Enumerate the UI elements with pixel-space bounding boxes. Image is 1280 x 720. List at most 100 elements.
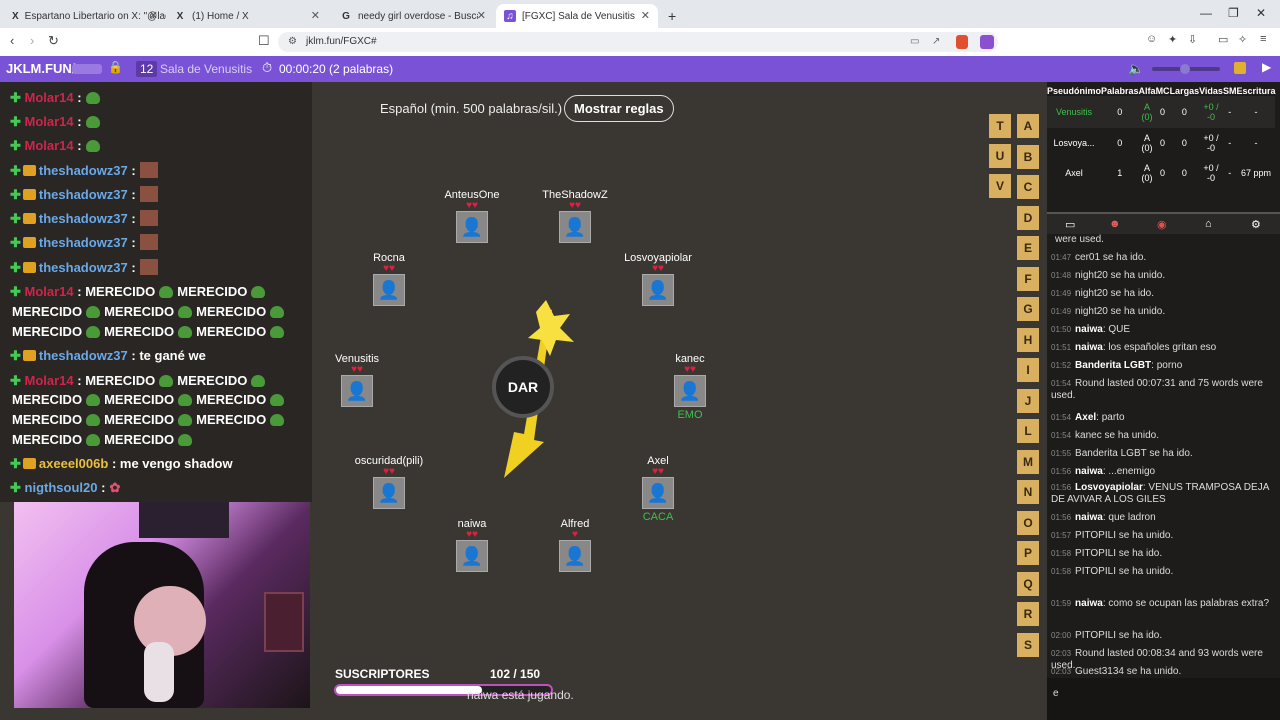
players-tab-icon[interactable]: ☻ [1109, 218, 1121, 230]
cell: Losvoya... [1053, 138, 1095, 148]
site-info-icon[interactable]: ⚙ [288, 32, 297, 52]
heart-icon: ♥♥ [351, 364, 363, 375]
close-window-icon[interactable]: ✕ [1256, 6, 1266, 20]
webcam-overlay [14, 502, 310, 708]
tab-sala-venusitis[interactable]: ♫ [FGXC] Sala de Venusitis ✕ [496, 4, 658, 28]
chat-line: ✚ theshadowz37 : [10, 258, 158, 278]
forward-icon[interactable]: › [30, 33, 34, 48]
log-line: 01:56 naiwa: que ladron [1051, 512, 1275, 524]
crown-badge-icon [22, 458, 36, 469]
col-header: SM [1222, 86, 1237, 96]
cell: 0 [1181, 168, 1187, 178]
player-slot: kanec ♥♥ 👤 EMO [650, 353, 730, 421]
cell: A (0) [1141, 133, 1153, 153]
cell: 67 ppm [1240, 168, 1271, 178]
cell: 1 [1117, 168, 1123, 178]
log-line: 01:49 night20 se ha unido. [1051, 306, 1275, 318]
heart-icon: ♥♥ [466, 529, 478, 540]
crown-icon[interactable] [1234, 62, 1246, 74]
log-text: kanec se ha unido. [1075, 430, 1159, 441]
sidebar-icon[interactable]: ▭ [1218, 33, 1228, 46]
address-bar[interactable]: ⚙ jklm.fun/FGXC# ▭ ↗ [278, 32, 998, 52]
collapse-icon[interactable]: ▶ [1262, 60, 1271, 74]
cast-icon[interactable]: ▭ [910, 32, 919, 52]
extension-icon[interactable]: ☺ [1146, 33, 1157, 45]
cell: Venusitis [1055, 107, 1093, 117]
volume-slider-thumb[interactable] [1180, 64, 1190, 74]
log-time: 02:00 [1051, 631, 1072, 640]
cell: A (0) [1141, 102, 1153, 122]
close-tab-icon[interactable]: ✕ [311, 9, 320, 22]
crown-badge-icon [22, 189, 36, 200]
microphone [144, 642, 174, 702]
log-line: 01:58 PITOPILI se ha ido. [1051, 548, 1275, 560]
close-tab-icon[interactable]: ✕ [477, 9, 486, 22]
chat-line-cont: MERECIDO MERECIDO MERECIDO [12, 302, 288, 322]
x-icon: X [12, 10, 19, 22]
crown-badge-icon [22, 262, 36, 273]
minimize-icon[interactable]: — [1200, 6, 1212, 20]
tab-espartano[interactable]: X Espartano Libertario on X: "@ladere...… [4, 4, 166, 28]
close-tab-icon[interactable]: ✕ [149, 9, 158, 22]
log-time: 01:59 [1051, 599, 1072, 608]
log-text: Banderita LGBT se ha ido. [1075, 448, 1193, 459]
brave-shield-icon[interactable] [956, 35, 968, 49]
chat-text: : [77, 114, 82, 129]
chat-text: : me vengo shadow [111, 456, 233, 471]
chat-input[interactable]: e [1047, 678, 1280, 720]
avatar: 👤 [559, 211, 591, 243]
ai-icon[interactable]: ✧ [1238, 33, 1247, 46]
cell: 0 [1160, 168, 1166, 178]
log-text: Guest3134 se ha unido. [1075, 666, 1182, 677]
log-time: 01:51 [1051, 343, 1072, 352]
room-tab-icon[interactable]: ⌂ [1205, 218, 1212, 230]
chat-input-value: e [1053, 688, 1059, 699]
crown-badge-icon [22, 165, 36, 176]
side-panel: Pseudónimo Palabras Alfa MC Largas Vidas… [1047, 82, 1280, 720]
close-tab-icon[interactable]: ✕ [641, 9, 650, 22]
log-time: 01:55 [1051, 449, 1072, 458]
log-line: 01:54 kanec se ha unido. [1051, 430, 1275, 442]
heart-icon: ♥♥ [383, 263, 395, 274]
back-icon[interactable]: ‹ [10, 33, 14, 48]
pepe-emote-icon [159, 375, 174, 387]
show-rules-button[interactable]: Mostrar reglas [564, 95, 674, 122]
chat-line: ✚ Molar14 : [10, 88, 104, 108]
tab-title: Espartano Libertario on X: "@ladere... [24, 10, 166, 22]
chat-username: theshadowz37 [38, 260, 128, 275]
chat-line: ✚ theshadowz37 : [10, 233, 158, 253]
settings-tab-icon[interactable]: ⚙ [1251, 218, 1261, 231]
bonus-letter: M [1017, 449, 1039, 474]
restore-icon[interactable]: ❐ [1228, 6, 1239, 20]
tab-google-search[interactable]: G needy girl overdose - Buscar con Goo..… [332, 4, 494, 28]
chat-username: Molar14 [24, 90, 74, 105]
cell: 0 [1117, 107, 1123, 117]
badge-icon: ✚ [10, 373, 25, 388]
tab-title: (1) Home / X [192, 10, 249, 22]
chat-tab-icon[interactable]: ▭ [1065, 218, 1075, 231]
cell: - [1254, 138, 1258, 148]
log-time: 01:49 [1051, 307, 1072, 316]
rewards-icon[interactable] [980, 35, 994, 49]
game-tab-icon[interactable]: ◉ [1157, 218, 1167, 231]
share-icon[interactable]: ↗ [932, 32, 940, 52]
player-slot: Venusitis ♥♥ 👤 [317, 353, 397, 407]
chat-line: ✚ theshadowz37 : [10, 209, 158, 229]
download-icon[interactable]: ⇩ [1188, 33, 1197, 46]
col-header: Pseudónimo [1047, 86, 1102, 96]
volume-icon[interactable]: 🔈 [1128, 61, 1144, 77]
bookmark-icon[interactable]: ☐ [258, 33, 270, 49]
log-text: : porno [1151, 360, 1183, 371]
bonus-letter: G [1017, 297, 1039, 321]
bonus-letter: S [1017, 632, 1039, 657]
puzzle-icon[interactable]: ✦ [1168, 33, 1177, 46]
menu-icon[interactable]: ≡ [1260, 33, 1266, 45]
reload-icon[interactable]: ↻ [48, 33, 59, 49]
new-tab-button[interactable]: + [660, 4, 680, 28]
chat-text: MERECIDO [85, 284, 156, 299]
tab-home-x[interactable]: X (1) Home / X ✕ [166, 4, 328, 28]
wall-frame [139, 502, 229, 538]
site-logo[interactable]: JKLM.FUN/ [6, 61, 75, 76]
chat-text: MERECIDO [12, 324, 83, 339]
site-top-bar: JKLM.FUN/ 🔒 12 Sala de Venusitis ⏱ 00:00… [0, 56, 1280, 82]
